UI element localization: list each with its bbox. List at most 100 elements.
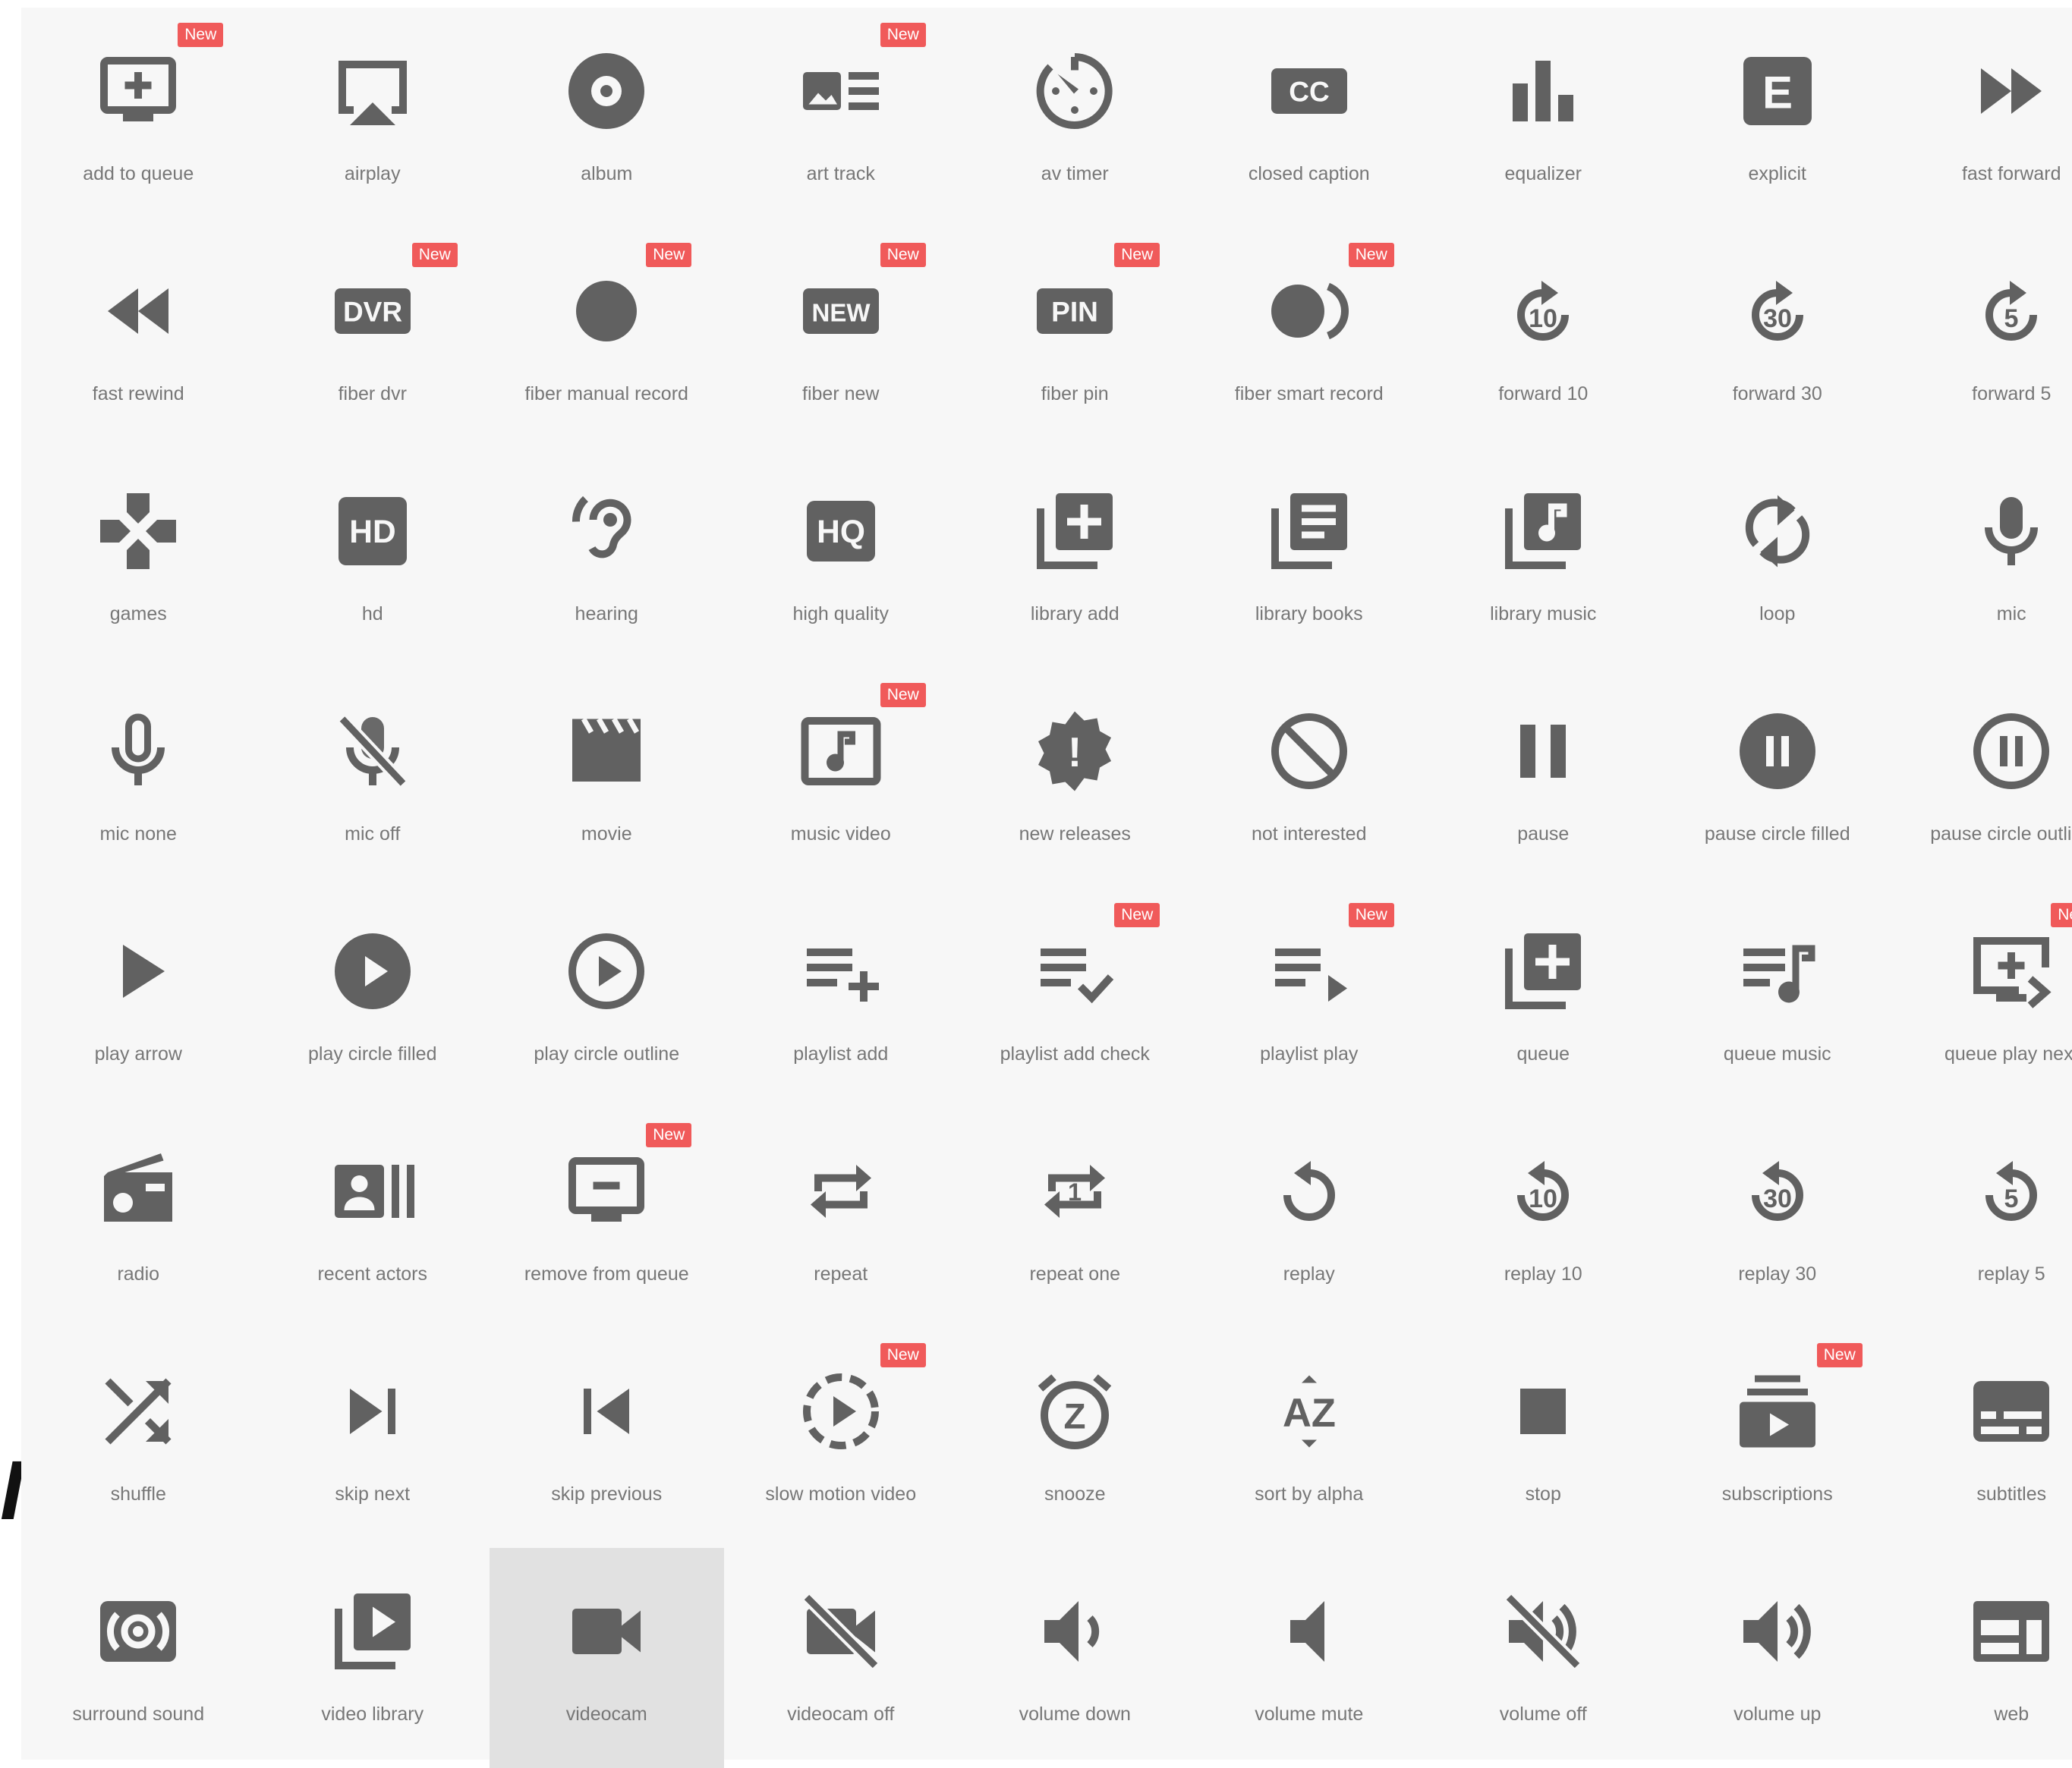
icon-tile-mic-off[interactable]: mic off (256, 668, 490, 888)
explicit-icon: E (1732, 46, 1823, 137)
icon-tile-library-music[interactable]: library music (1426, 448, 1661, 668)
icon-tile-remove-from-queue[interactable]: remove from queue New (490, 1108, 724, 1328)
icon-tile-stop[interactable]: stop (1426, 1328, 1661, 1548)
icon-tile-replay-30[interactable]: 30 replay 30 (1661, 1108, 1895, 1328)
icon-tile-volume-off[interactable]: volume off (1426, 1548, 1661, 1768)
icon-tile-movie[interactable]: movie (490, 668, 724, 888)
icon-tile-fast-rewind[interactable]: fast rewind (21, 228, 256, 448)
icon-tile-replay[interactable]: replay (1192, 1108, 1427, 1328)
icon-tile-replay-10[interactable]: 10 replay 10 (1426, 1108, 1661, 1328)
icon-tile-forward-10[interactable]: 10 forward 10 (1426, 228, 1661, 448)
icon-tile-add-to-queue[interactable]: add to queue New (21, 8, 256, 228)
icon-tile-hd[interactable]: HD hd (256, 448, 490, 668)
icon-tile-replay-5[interactable]: 5 replay 5 (1894, 1108, 2072, 1328)
icon-tile-play-circle-filled[interactable]: play circle filled (256, 888, 490, 1108)
icon-tile-not-interested[interactable]: not interested (1192, 668, 1427, 888)
icon-tile-pause-circle-filled[interactable]: pause circle filled (1661, 668, 1895, 888)
icon-tile-queue-play-next[interactable]: queue play next New (1894, 888, 2072, 1108)
icon-label: loop (1759, 603, 1796, 624)
icon-label: playlist add (793, 1043, 889, 1065)
icon-tile-art-track[interactable]: art track New (724, 8, 959, 228)
icon-tile-fiber-smart-record[interactable]: fiber smart record New (1192, 228, 1427, 448)
icon-tile-web[interactable]: web (1894, 1548, 2072, 1768)
volume-off-icon (1497, 1586, 1589, 1677)
icon-label: pause (1517, 823, 1570, 845)
icon-tile-subtitles[interactable]: subtitles (1894, 1328, 2072, 1548)
icon-tile-closed-caption[interactable]: CC closed caption (1192, 8, 1427, 228)
icon-tile-pause[interactable]: pause (1426, 668, 1661, 888)
icon-tile-play-arrow[interactable]: play arrow (21, 888, 256, 1108)
icon-tile-airplay[interactable]: airplay (256, 8, 490, 228)
icon-label: movie (581, 823, 632, 845)
icon-tile-queue[interactable]: queue (1426, 888, 1661, 1108)
icon-tile-pause-circle-outline[interactable]: pause circle outline (1894, 668, 2072, 888)
icon-label: mic (1996, 603, 2026, 624)
icon-tile-slow-motion-video[interactable]: slow motion video New (724, 1328, 959, 1548)
icon-tile-loop[interactable]: loop (1661, 448, 1895, 668)
icon-tile-forward-30[interactable]: 30 forward 30 (1661, 228, 1895, 448)
snooze-icon: Z (1029, 1366, 1120, 1457)
icon-label: replay (1283, 1263, 1335, 1285)
mic-none-icon (93, 706, 184, 797)
icon-tile-new-releases[interactable]: ! new releases (958, 668, 1192, 888)
icon-tile-forward-5[interactable]: 5 forward 5 (1894, 228, 2072, 448)
play-circle-outline-icon (561, 926, 652, 1017)
icon-tile-fiber-pin[interactable]: PIN fiber pin New (958, 228, 1192, 448)
icon-label: queue (1516, 1043, 1570, 1065)
icon-tile-fiber-dvr[interactable]: DVR fiber dvr New (256, 228, 490, 448)
icon-tile-radio[interactable]: radio (21, 1108, 256, 1328)
icon-tile-sort-by-alpha[interactable]: AZ sort by alpha (1192, 1328, 1427, 1548)
icon-tile-explicit[interactable]: Eexplicit (1661, 8, 1895, 228)
skip-previous-icon (561, 1366, 652, 1457)
icon-tile-skip-next[interactable]: skip next (256, 1328, 490, 1548)
icon-tile-high-quality[interactable]: HQ high quality (724, 448, 959, 668)
icon-label: games (109, 603, 167, 624)
icon-tile-subscriptions[interactable]: subscriptions New (1661, 1328, 1895, 1548)
icon-tile-skip-previous[interactable]: skip previous (490, 1328, 724, 1548)
icon-tile-playlist-play[interactable]: playlist play New (1192, 888, 1427, 1108)
icon-tile-playlist-add-check[interactable]: playlist add check New (958, 888, 1192, 1108)
svg-text:Z: Z (1064, 1397, 1086, 1437)
icon-tile-snooze[interactable]: Zsnooze (958, 1328, 1192, 1548)
icon-label: pause circle filled (1704, 823, 1850, 845)
icon-label: replay 10 (1504, 1263, 1582, 1285)
icon-tile-recent-actors[interactable]: recent actors (256, 1108, 490, 1328)
replay-5-icon: 5 (1966, 1146, 2057, 1237)
icon-tile-volume-mute[interactable]: volume mute (1192, 1548, 1427, 1768)
icon-tile-mic-none[interactable]: mic none (21, 668, 256, 888)
icon-tile-fiber-new[interactable]: NEW fiber new New (724, 228, 959, 448)
icon-tile-fast-forward[interactable]: fast forward (1894, 8, 2072, 228)
icon-tile-library-books[interactable]: library books (1192, 448, 1427, 668)
icon-tile-queue-music[interactable]: queue music (1661, 888, 1895, 1108)
art-track-icon (795, 46, 886, 137)
icon-tile-fiber-manual-record[interactable]: fiber manual record New (490, 228, 724, 448)
icon-tile-videocam-off[interactable]: videocam off (724, 1548, 959, 1768)
fast-rewind-icon (93, 266, 184, 357)
icon-tile-volume-down[interactable]: volume down (958, 1548, 1192, 1768)
icon-tile-playlist-add[interactable]: playlist add (724, 888, 959, 1108)
icon-label: new releases (1019, 823, 1131, 845)
icon-tile-library-add[interactable]: library add (958, 448, 1192, 668)
svg-text:1: 1 (1068, 1178, 1082, 1206)
icon-tile-repeat-one[interactable]: 1 repeat one (958, 1108, 1192, 1328)
icon-tile-volume-up[interactable]: volume up (1661, 1548, 1895, 1768)
icon-tile-repeat[interactable]: repeat (724, 1108, 959, 1328)
svg-text:AZ: AZ (1283, 1391, 1336, 1436)
icon-tile-play-circle-outline[interactable]: play circle outline (490, 888, 724, 1108)
icon-tile-music-video[interactable]: music video New (724, 668, 959, 888)
icon-tile-video-library[interactable]: video library (256, 1548, 490, 1768)
icon-label: skip next (335, 1483, 411, 1505)
icon-tile-album[interactable]: album (490, 8, 724, 228)
svg-text:10: 10 (1529, 304, 1557, 333)
icon-label: fast forward (1961, 163, 2061, 184)
icon-tile-videocam[interactable]: videocam (490, 1548, 724, 1768)
icon-tile-av-timer[interactable]: av timer (958, 8, 1192, 228)
icon-tile-hearing[interactable]: hearing (490, 448, 724, 668)
new-badge: New (1348, 903, 1394, 927)
icon-tile-mic[interactable]: mic (1894, 448, 2072, 668)
icon-tile-shuffle[interactable]: shuffle (21, 1328, 256, 1548)
icon-tile-surround-sound[interactable]: surround sound (21, 1548, 256, 1768)
icon-label: fiber dvr (338, 383, 407, 404)
icon-tile-equalizer[interactable]: equalizer (1426, 8, 1661, 228)
icon-tile-games[interactable]: games (21, 448, 256, 668)
